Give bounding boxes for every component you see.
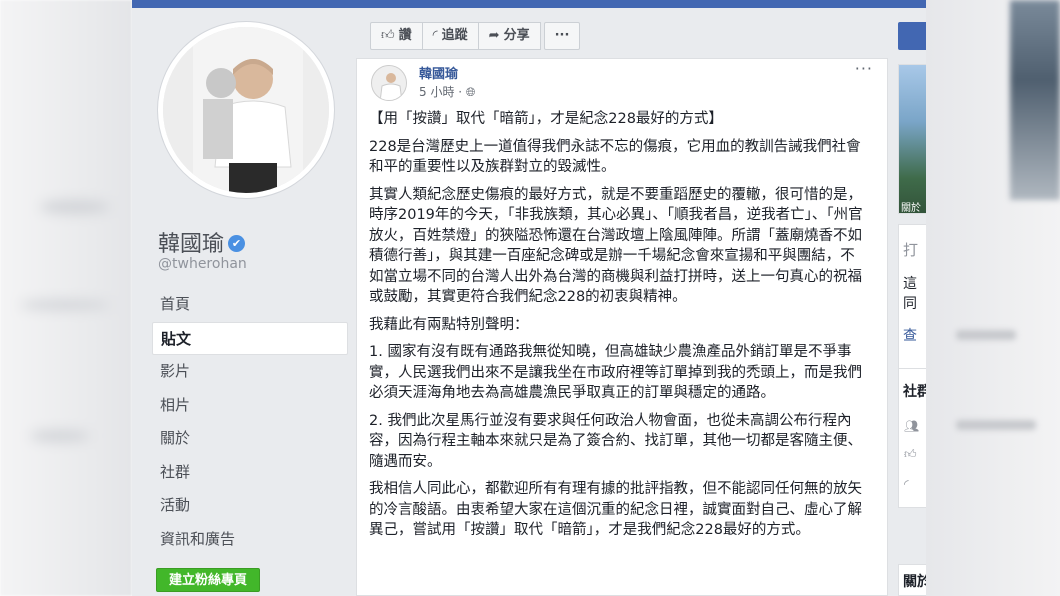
primary-like-button[interactable] [898,22,926,50]
nav-item-home[interactable]: 首頁 [152,288,348,322]
more-options-button[interactable]: ··· [543,22,581,50]
post-paragraph: 其實人類紀念歷史傷痕的最好方式，就是不要重蹈歷史的覆轍，很可惜的是，時序2019… [369,186,863,306]
profile-picture[interactable] [163,27,329,193]
profile-sidebar: 韓國瑜 ✔ @twherohan 首頁 貼文 影片 相片 關於 社群 活動 資訊和… [132,8,356,596]
verified-badge-icon: ✔ [228,235,246,252]
nav-item-about[interactable]: 關於 [152,422,348,456]
community-heading[interactable]: 社群 [903,381,926,401]
thumbs-up-icon: 👍︎ [904,447,917,461]
nav-item-videos[interactable]: 影片 [152,355,348,389]
post-author-name[interactable]: 韓國瑜 [419,63,458,82]
people-icon: 👥︎ [904,419,920,433]
about-heading[interactable]: 關於 [903,571,926,591]
page-navigation: 首頁 貼文 影片 相片 關於 社群 活動 資訊和廣告 [152,288,348,556]
card-text: 同 [903,296,917,312]
post-timestamp[interactable]: 5 小時 · 🌐︎ [419,83,476,100]
card-text: 這 [903,276,917,292]
post-options-button[interactable]: ··· [855,59,873,78]
profile-handle[interactable]: @twherohan [158,256,247,272]
post-author-avatar[interactable] [371,65,407,101]
blurred-left-margin [0,0,132,596]
cover-photo-card[interactable]: 關於 [898,64,926,214]
main-feed: 👍︎ 讚 ◜ 追蹤 ➦ 分享 ··· 韓國瑜 5 小時 · 🌐︎ ··· 【用「按讚」… [356,8,888,596]
about-card: 打 這 同 查 [898,224,926,374]
profile-picture-frame[interactable] [158,22,334,198]
post-card: 韓國瑜 5 小時 · 🌐︎ ··· 【用「按讚」取代「暗箭」，才是紀念228最好… [356,58,888,596]
about-section-card: 關於 [898,564,926,596]
share-button[interactable]: ➦ 分享 [477,22,541,50]
post-paragraph: 2. 我們此次星馬行並沒有要求與任何政治人物會面，也從未高調公布行程內容，因為行… [369,412,862,470]
post-paragraph: 228是台灣歷史上一道值得我們永誌不忘的傷痕，它用血的教訓告誡我們社會和平的重要… [369,138,861,176]
right-sidebar: 關於 打 這 同 查 社群 👥︎ 👍︎ ◜ 關於 [888,8,926,596]
share-arrow-icon: ➦ [488,28,500,43]
post-paragraph: 我藉此有兩點特別聲明： [369,316,529,333]
like-page-button[interactable]: 👍︎ 讚 [370,22,423,50]
nav-item-events[interactable]: 活動 [152,489,348,523]
card-link[interactable]: 查 [903,325,917,345]
create-page-button[interactable]: 建立粉絲專頁 [156,568,260,592]
post-headline: 【用「按讚」取代「暗箭」，才是紀念228最好的方式】 [369,111,723,127]
post-paragraph: 1. 國家有沒有既有通路我無從知曉，但高雄缺少農漁產品外銷訂單是不爭事實，人民選… [369,344,862,401]
card-heading: 打 [903,241,919,259]
cover-photo-label: 關於 [901,203,921,214]
thumbs-up-icon: 👍︎ [381,28,395,43]
nav-item-info-and-ads[interactable]: 資訊和廣告 [152,523,348,557]
globe-icon: 🌐︎ [465,85,476,99]
post-paragraph: 我相信人同此心，都歡迎所有有理有據的批評指教，但不能認同任何無的放矢的冷言酸語。… [369,481,862,538]
post-text: 【用「按讚」取代「暗箭」，才是紀念228最好的方式】 228是台灣歷史上一道值得… [369,109,867,548]
nav-item-photos[interactable]: 相片 [152,389,348,423]
page-action-bar: 👍︎ 讚 ◜ 追蹤 ➦ 分享 ··· [370,22,581,50]
community-card: 社群 👥︎ 👍︎ ◜ [898,368,926,508]
city-photo [899,65,926,213]
nav-item-posts[interactable]: 貼文 [152,321,348,355]
blurred-right-margin [926,0,1060,596]
follow-button[interactable]: ◜ 追蹤 [421,22,479,50]
top-navigation-bar [132,0,926,8]
profile-name[interactable]: 韓國瑜 ✔ [158,226,246,258]
nav-item-community[interactable]: 社群 [152,456,348,490]
rss-icon: ◜ [432,28,438,43]
rss-icon: ◜ [904,477,909,491]
